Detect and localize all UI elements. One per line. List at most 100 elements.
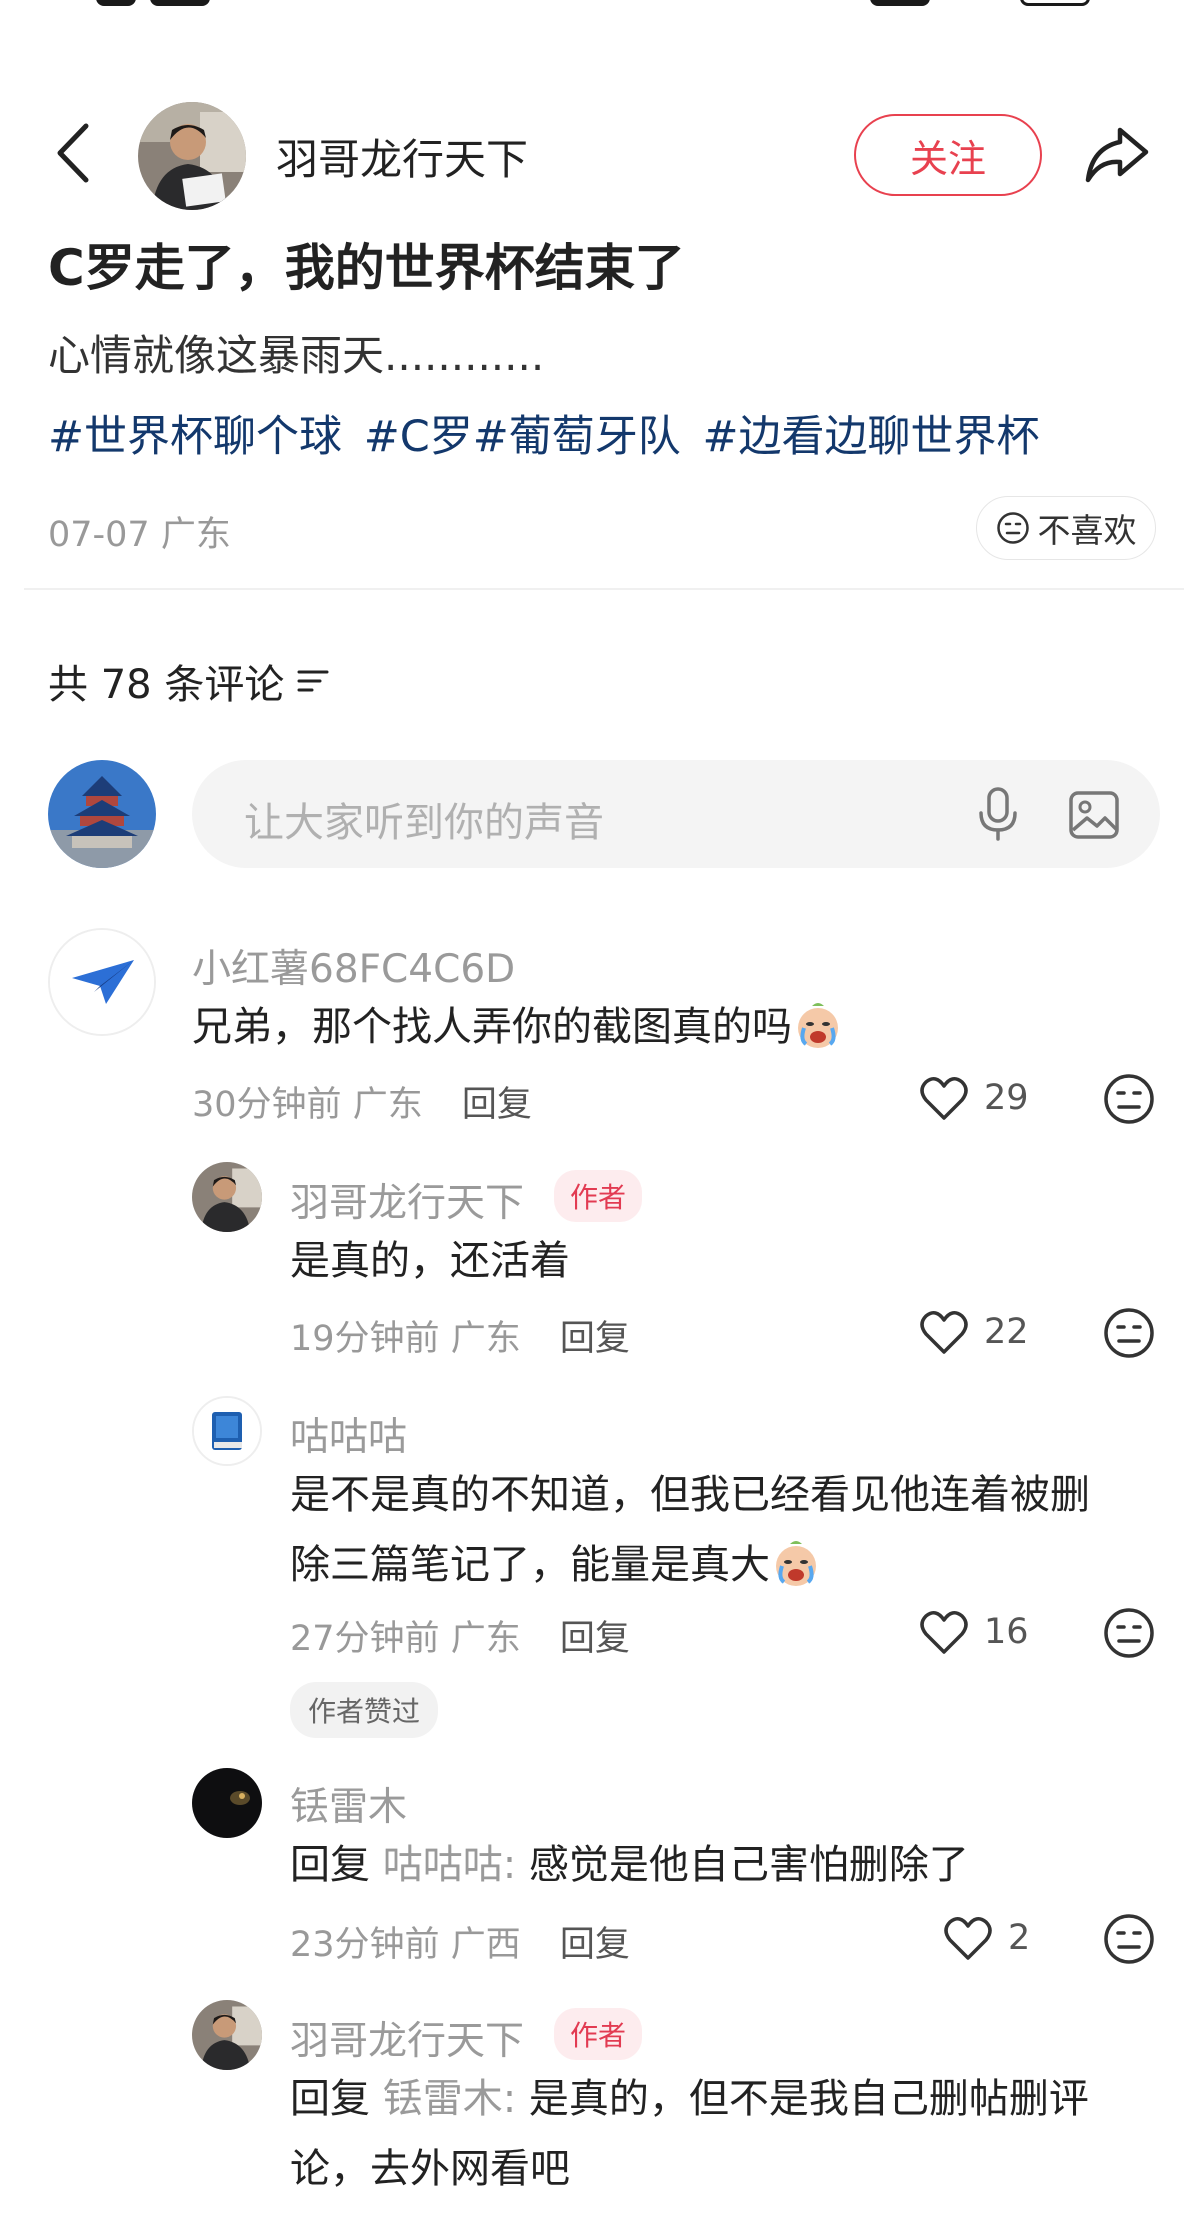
hashtag-watch-and-chat[interactable]: #边看边聊世界杯 [702, 412, 1039, 462]
commenter-avatar[interactable] [192, 1768, 262, 1838]
reply-prefix: 回复 [290, 1842, 370, 1888]
like-count: 22 [984, 1312, 1029, 1352]
comment-text: 是真的，还活着 [290, 1238, 570, 1284]
reply-button[interactable]: 回复 [560, 1925, 630, 1965]
voice-input-button[interactable] [974, 786, 1022, 842]
comment-meta: 23分钟前 广西 回复 [290, 1916, 630, 1967]
heart-icon [920, 1077, 968, 1120]
status-bar [0, 0, 1197, 16]
author-name[interactable]: 羽哥龙行天下 [276, 126, 528, 187]
dislike-comment-button[interactable] [1102, 1912, 1156, 1966]
comment-text-content: 感觉是他自己害怕删除了 [528, 1842, 969, 1888]
neutral-face-icon [1104, 1608, 1154, 1658]
commenter-avatar[interactable] [48, 928, 156, 1036]
comment-location: 广西 [450, 1925, 521, 1965]
dislike-comment-button[interactable] [1102, 1306, 1156, 1360]
person-photo-icon [138, 102, 246, 210]
mention-link[interactable]: 咕咕咕: [383, 1842, 516, 1888]
commenter-name[interactable]: 咕咕咕 [290, 1406, 407, 1462]
author-avatar[interactable] [138, 102, 246, 210]
post-meta: 07-07 广东 [48, 506, 231, 557]
comment-text-line: 除三篇笔记了，能量是真大 [290, 1530, 1090, 1610]
paper-plane-icon [50, 930, 154, 1034]
comment-text: 兄弟，那个找人弄你的截图真的吗 [192, 992, 844, 1072]
like-button[interactable]: 16 [918, 1608, 1029, 1656]
post-detail-screen: 羽哥龙行天下 关注 C罗走了，我的世界杯结束了 心情就像这暴雨天........… [0, 0, 1197, 2220]
commenter-name[interactable]: 羽哥龙行天下 [290, 2010, 524, 2066]
comment-meta: 30分钟前 广东 回复 [192, 1076, 532, 1127]
reply-button[interactable]: 回复 [560, 1319, 630, 1359]
post-title: C罗走了，我的世界杯结束了 [48, 239, 685, 297]
cry-laugh-emoji [770, 1538, 822, 1610]
dislike-label: 不喜欢 [1037, 511, 1137, 550]
comment-time: 23分钟前 [290, 1925, 440, 1965]
comment-text-content: 是真的，但不是我自己删帖删评 [528, 2076, 1089, 2122]
chevron-left-icon [57, 123, 89, 183]
microphone-icon [979, 787, 1017, 841]
comment-text-content: 兄弟，那个找人弄你的截图真的吗 [192, 1004, 792, 1050]
share-button[interactable] [1082, 120, 1152, 190]
dislike-comment-button[interactable] [1102, 1606, 1156, 1660]
dislike-button[interactable]: 不喜欢 [976, 496, 1156, 560]
book-icon [194, 1398, 260, 1464]
author-tag: 作者 [554, 1170, 643, 1222]
comment-text: 回复 铥雷木: 是真的，但不是我自己删帖删评 论，去外网看吧 [290, 2064, 1089, 2204]
like-button[interactable]: 29 [918, 1074, 1029, 1122]
my-avatar[interactable] [48, 760, 156, 868]
comment-input[interactable]: 让大家听到你的声音 [192, 760, 1160, 868]
dark-photo-icon [192, 1768, 262, 1838]
comment-input-placeholder: 让大家听到你的声音 [244, 800, 604, 846]
comment-location: 广东 [450, 1319, 521, 1359]
dislike-comment-button[interactable] [1102, 1072, 1156, 1126]
commenter-avatar[interactable] [192, 1162, 262, 1232]
person-photo-icon [192, 2000, 262, 2070]
like-count: 16 [984, 1612, 1029, 1652]
author-tag: 作者 [554, 2008, 643, 2060]
temple-photo-icon [48, 760, 156, 868]
follow-button[interactable]: 关注 [854, 114, 1042, 196]
commenter-avatar[interactable] [192, 2000, 262, 2070]
neutral-face-icon [996, 512, 1029, 544]
heart-icon [920, 1311, 968, 1354]
heart-icon [944, 1917, 992, 1960]
image-icon [1069, 791, 1119, 839]
like-button[interactable]: 22 [918, 1308, 1029, 1356]
like-button[interactable]: 2 [942, 1914, 1030, 1962]
reply-button[interactable]: 回复 [462, 1085, 532, 1125]
hashtag-world-cup-chat[interactable]: #世界杯聊个球 [48, 412, 342, 462]
comment-text: 回复 咕咕咕: 感觉是他自己害怕删除了 [290, 1830, 969, 1900]
heart-icon [920, 1611, 968, 1654]
back-button[interactable] [48, 118, 98, 188]
mention-link[interactable]: 铥雷木: [383, 2076, 516, 2122]
divider [24, 588, 1184, 590]
post-date: 07-07 [48, 515, 150, 555]
reply-button[interactable]: 回复 [560, 1619, 630, 1659]
neutral-face-icon [1104, 1308, 1154, 1358]
comment-location: 广东 [352, 1085, 423, 1125]
like-count: 2 [1008, 1918, 1031, 1958]
comment-time: 30分钟前 [192, 1085, 342, 1125]
neutral-face-icon [1104, 1074, 1154, 1124]
comment-text-content: 除三篇笔记了，能量是真大 [290, 1542, 770, 1588]
author-liked-badge: 作者赞过 [290, 1682, 439, 1738]
filter-icon [297, 670, 329, 692]
commenter-name[interactable]: 铥雷木 [290, 1776, 407, 1832]
person-photo-icon [192, 1162, 262, 1232]
image-input-button[interactable] [1068, 790, 1120, 840]
like-count: 29 [984, 1078, 1029, 1118]
comment-meta: 19分钟前 广东 回复 [290, 1310, 630, 1361]
comment-text-line: 是不是真的不知道，但我已经看见他连着被删 [290, 1472, 1090, 1518]
neutral-face-icon [1104, 1914, 1154, 1964]
cry-laugh-emoji [792, 1000, 844, 1072]
commenter-name[interactable]: 羽哥龙行天下 [290, 1172, 524, 1228]
comment-location: 广东 [450, 1619, 521, 1659]
commenter-avatar[interactable] [192, 1396, 262, 1466]
comment-text-line: 论，去外网看吧 [290, 2146, 570, 2192]
hashtag-ronaldo-portugal[interactable]: #C罗#葡萄牙队 [364, 412, 681, 462]
hashtag-list: #世界杯聊个球 #C罗#葡萄牙队 #边看边聊世界杯 [48, 402, 1048, 464]
reply-prefix: 回复 [290, 2076, 370, 2122]
comment-time: 19分钟前 [290, 1319, 440, 1359]
comment-text: 是不是真的不知道，但我已经看见他连着被删 除三篇笔记了，能量是真大 [290, 1460, 1090, 1610]
comment-sort-toggle[interactable]: 共 78 条评论 [48, 652, 330, 710]
commenter-name[interactable]: 小红薯68FC4C6D [192, 938, 515, 994]
